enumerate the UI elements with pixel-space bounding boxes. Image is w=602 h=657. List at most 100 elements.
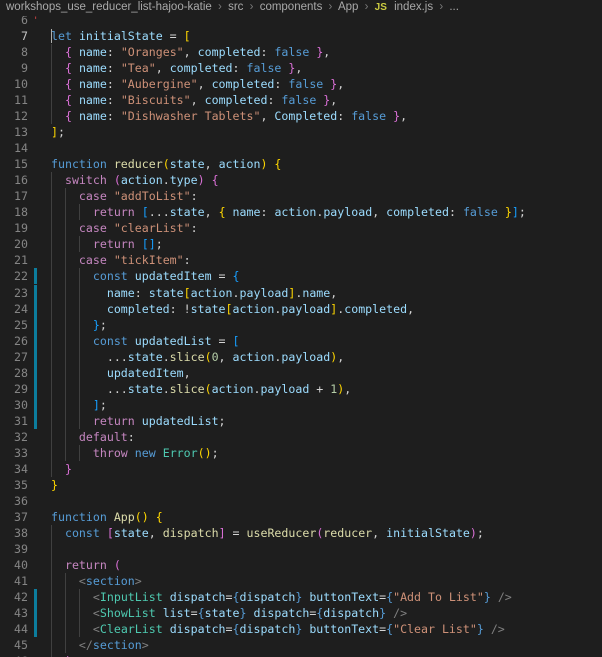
code-line: 19 case "clearList": xyxy=(0,220,602,236)
line-code[interactable]: </section> xyxy=(51,637,149,653)
line-number[interactable]: 31 xyxy=(0,413,28,429)
line-code[interactable]: { name: "Dishwasher Tablets", Completed:… xyxy=(51,108,407,124)
code-line: 16 switch (action.type) { xyxy=(0,172,602,188)
modified-line-indicator[interactable] xyxy=(34,412,37,429)
line-code[interactable]: let initialState = [ xyxy=(51,28,191,44)
line-code[interactable]: completed: !state[action.payload].comple… xyxy=(51,301,414,317)
line-code[interactable]: const updatedItem = { xyxy=(51,268,240,284)
line-code[interactable]: name: state[action.payload].name, xyxy=(51,285,337,301)
line-code[interactable]: { name: "Biscuits", completed: false }, xyxy=(51,92,337,108)
line-number[interactable]: 7 xyxy=(0,28,28,44)
line-number[interactable]: 35 xyxy=(0,477,28,493)
line-number[interactable]: 9 xyxy=(0,60,28,76)
line-code[interactable]: ]; xyxy=(51,397,107,413)
code-line: 38 const [state, dispatch] = useReducer(… xyxy=(0,525,602,541)
line-number[interactable]: 45 xyxy=(0,637,28,653)
line-number[interactable]: 19 xyxy=(0,220,28,236)
line-number[interactable]: 28 xyxy=(0,365,28,381)
breadcrumb-item-src[interactable]: src xyxy=(228,1,243,13)
line-code[interactable]: { name: "Aubergine", completed: false }, xyxy=(51,76,344,92)
line-number[interactable]: 29 xyxy=(0,381,28,397)
breadcrumb-item-app[interactable]: App xyxy=(338,1,358,13)
modified-line-indicator[interactable] xyxy=(34,332,37,349)
line-number[interactable]: 14 xyxy=(0,140,28,156)
line-code[interactable]: <InputList dispatch={dispatch} buttonTex… xyxy=(51,589,512,605)
line-number[interactable]: 38 xyxy=(0,525,28,541)
line-number[interactable]: 33 xyxy=(0,445,28,461)
line-number[interactable]: 20 xyxy=(0,236,28,252)
line-code[interactable]: } xyxy=(51,461,72,477)
line-number[interactable]: 10 xyxy=(0,76,28,92)
line-number[interactable]: 25 xyxy=(0,317,28,333)
modified-line-indicator[interactable] xyxy=(34,621,37,638)
line-code[interactable]: throw new Error(); xyxy=(51,445,219,461)
line-number[interactable]: 18 xyxy=(0,204,28,220)
line-code[interactable]: const [state, dispatch] = useReducer(red… xyxy=(51,525,484,541)
line-code[interactable]: return []; xyxy=(51,236,163,252)
breadcrumb-item-project[interactable]: workshops_use_reducer_list-hajoo-katie xyxy=(6,1,212,13)
line-code[interactable]: <section> xyxy=(51,573,142,589)
line-number[interactable]: 21 xyxy=(0,252,28,268)
line-number[interactable]: 44 xyxy=(0,621,28,637)
modified-line-indicator[interactable] xyxy=(34,396,37,413)
line-code[interactable]: return [...state, { name: action.payload… xyxy=(51,204,526,220)
line-code[interactable]: { name: "Tea", completed: false }, xyxy=(51,60,302,76)
line-number[interactable]: 17 xyxy=(0,188,28,204)
line-code[interactable]: <ClearList dispatch={dispatch} buttonTex… xyxy=(51,621,505,637)
line-code[interactable]: return ( xyxy=(51,557,121,573)
line-number[interactable]: 15 xyxy=(0,156,28,172)
line-number[interactable]: 24 xyxy=(0,301,28,317)
line-number[interactable]: 32 xyxy=(0,429,28,445)
line-code[interactable]: function App() { xyxy=(51,509,163,525)
line-code[interactable]: default: xyxy=(51,429,135,445)
modified-line-indicator[interactable] xyxy=(34,268,37,285)
line-number[interactable]: 13 xyxy=(0,124,28,140)
code-editor[interactable]: 6 7 let initialState = [8 { name: "Oranges… xyxy=(0,0,602,657)
modified-line-indicator[interactable] xyxy=(34,364,37,381)
line-number[interactable]: 43 xyxy=(0,605,28,621)
line-number[interactable]: 27 xyxy=(0,349,28,365)
line-code[interactable]: ]; xyxy=(51,124,65,140)
breadcrumb-item-symbol[interactable]: ... xyxy=(449,1,459,13)
modified-line-indicator[interactable] xyxy=(34,380,37,397)
line-number[interactable]: 23 xyxy=(0,285,28,301)
line-code[interactable]: case "addToList": xyxy=(51,188,198,204)
breadcrumb-item-components[interactable]: components xyxy=(260,1,323,13)
line-number[interactable]: 16 xyxy=(0,172,28,188)
line-number[interactable]: 11 xyxy=(0,92,28,108)
modified-line-indicator[interactable] xyxy=(34,605,37,622)
line-code[interactable]: updatedItem, xyxy=(51,365,191,381)
breadcrumb-item-file[interactable]: index.js xyxy=(394,1,433,13)
modified-line-indicator[interactable] xyxy=(34,348,37,365)
line-code[interactable]: function reducer(state, action) { xyxy=(51,156,281,172)
line-code[interactable]: case "tickItem": xyxy=(51,252,191,268)
line-code[interactable]: switch (action.type) { xyxy=(51,172,219,188)
line-number[interactable]: 26 xyxy=(0,333,28,349)
line-code[interactable]: ...state.slice(0, action.payload), xyxy=(51,349,344,365)
modified-line-indicator[interactable] xyxy=(34,589,37,606)
line-number[interactable]: 40 xyxy=(0,557,28,573)
line-number[interactable]: 34 xyxy=(0,461,28,477)
line-code[interactable]: const updatedList = [ xyxy=(51,333,240,349)
line-code[interactable]: } xyxy=(51,477,58,493)
line-number[interactable]: 46 xyxy=(0,653,28,657)
line-number[interactable]: 30 xyxy=(0,397,28,413)
line-number[interactable]: 36 xyxy=(0,493,28,509)
line-code[interactable]: return updatedList; xyxy=(51,413,226,429)
line-code[interactable]: case "clearList": xyxy=(51,220,198,236)
line-number[interactable]: 8 xyxy=(0,44,28,60)
modified-line-indicator[interactable] xyxy=(34,316,37,333)
modified-line-indicator[interactable] xyxy=(34,284,37,301)
line-code[interactable]: <ShowList list={state} dispatch={dispatc… xyxy=(51,605,407,621)
line-code[interactable]: ...state.slice(action.payload + 1), xyxy=(51,381,351,397)
line-code[interactable]: }; xyxy=(51,317,107,333)
line-number[interactable]: 41 xyxy=(0,573,28,589)
line-number[interactable]: 42 xyxy=(0,589,28,605)
line-number[interactable]: 12 xyxy=(0,108,28,124)
line-code[interactable]: { name: "Oranges", completed: false }, xyxy=(51,44,330,60)
line-number[interactable]: 39 xyxy=(0,541,28,557)
line-number[interactable]: 22 xyxy=(0,268,28,284)
modified-line-indicator[interactable] xyxy=(34,300,37,317)
line-code[interactable]: ); xyxy=(51,653,79,657)
line-number[interactable]: 37 xyxy=(0,509,28,525)
